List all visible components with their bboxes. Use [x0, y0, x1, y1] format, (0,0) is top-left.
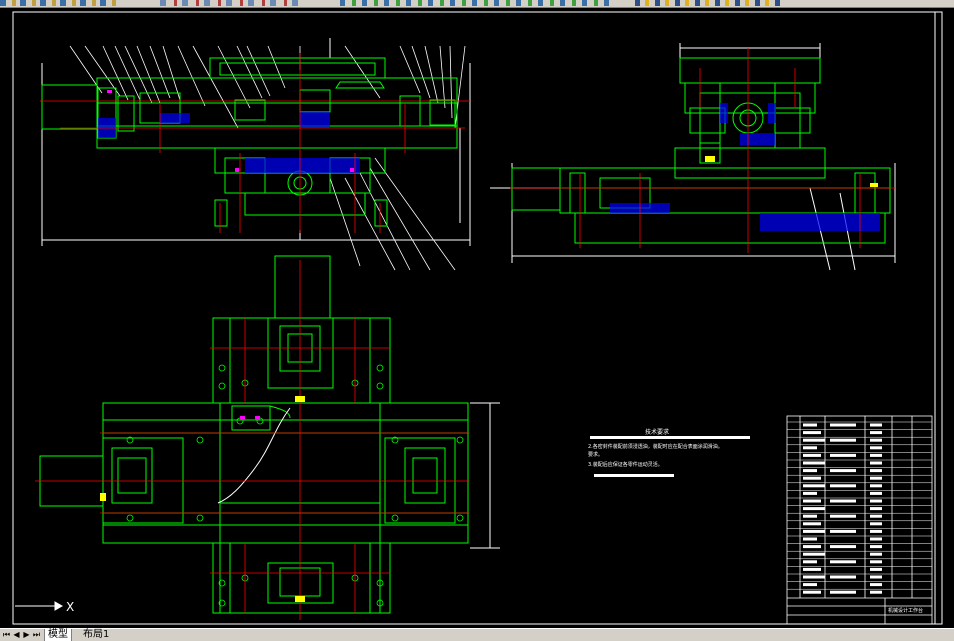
- plan-view-magenta: [240, 416, 260, 420]
- tech-req-title: 技术要求: [645, 428, 669, 436]
- parts-row-code: [830, 499, 856, 503]
- parts-row-code: [830, 469, 856, 473]
- parts-row-name: [803, 552, 825, 556]
- tech-req-tail: 要求。: [588, 451, 603, 458]
- parts-row-name: [803, 438, 825, 442]
- plan-view-markers: [100, 396, 305, 602]
- parts-row-name: [803, 507, 825, 511]
- parts-row-code: [830, 529, 856, 533]
- first-tab-icon[interactable]: ⏮: [2, 630, 11, 640]
- parts-row-code: [830, 423, 856, 427]
- parts-row-name: [803, 514, 817, 518]
- parts-row-material: [870, 461, 882, 465]
- parts-row-name: [803, 423, 817, 427]
- parts-row-material: [870, 453, 882, 457]
- parts-row-material: [870, 537, 882, 541]
- parts-row-name: [803, 567, 821, 571]
- parts-row-name: [803, 545, 821, 549]
- parts-row-code: [830, 590, 856, 594]
- ucs-x-label: X: [66, 600, 74, 614]
- parts-row-name: [803, 499, 821, 503]
- parts-row-material: [870, 469, 882, 473]
- tech-req-line-3: 3.装配后应保证各零件运动灵活。: [588, 461, 663, 468]
- front-view-hatch: [98, 112, 360, 173]
- next-tab-icon[interactable]: ▶: [22, 630, 31, 640]
- tab-model[interactable]: 模型: [44, 629, 72, 641]
- parts-row-code: [830, 545, 856, 549]
- parts-row-name: [803, 461, 825, 465]
- title-block-name: 机械设计工作台: [888, 607, 923, 614]
- parts-row-material: [870, 567, 882, 571]
- parts-row-code: [830, 575, 856, 579]
- parts-row-name: [803, 469, 817, 473]
- parts-row-material: [870, 446, 882, 450]
- parts-row-material: [870, 438, 882, 442]
- tab-layout1[interactable]: 布局1: [80, 629, 112, 641]
- parts-row-material: [870, 583, 882, 587]
- parts-row-name: [803, 453, 821, 457]
- cad-drawing: 技术要求 2.各密封件装配前须浸透油，装配时应在配合表面涂润滑油。 要求。 3.…: [12, 11, 943, 625]
- plan-view-centerlines: [35, 260, 470, 620]
- parts-row-material: [870, 423, 882, 427]
- parts-row-code: [830, 438, 856, 442]
- parts-row-name: [803, 446, 817, 450]
- parts-row-name: [803, 431, 821, 435]
- parts-row-material: [870, 484, 882, 488]
- parts-row-material: [870, 545, 882, 549]
- parts-row-code: [830, 560, 856, 564]
- parts-row-material: [870, 575, 882, 579]
- side-view-hatch: [610, 103, 880, 231]
- parts-row-name: [803, 522, 821, 526]
- plan-view: [39, 255, 500, 614]
- parts-row-code: [830, 453, 856, 457]
- parts-row-name: [803, 575, 825, 579]
- parts-row-name: [803, 529, 825, 533]
- parts-row-material: [870, 491, 882, 495]
- parts-row-name: [803, 484, 825, 488]
- parts-row-material: [870, 476, 882, 480]
- toolbar-icons-left[interactable]: [0, 0, 120, 6]
- parts-list-fills: [803, 423, 882, 594]
- parts-row-material: [870, 560, 882, 564]
- parts-row-material: [870, 552, 882, 556]
- parts-row-material: [870, 522, 882, 526]
- parts-row-code: [830, 484, 856, 488]
- ucs-icon: [15, 601, 64, 611]
- parts-row-name: [803, 491, 817, 495]
- toolbar-icons-mid2[interactable]: [340, 0, 610, 6]
- tech-req-line-2: 2.各密封件装配前须浸透油，装配时应在配合表面涂润滑油。: [588, 443, 723, 450]
- parts-row-material: [870, 529, 882, 533]
- sheet-border: [12, 11, 943, 625]
- parts-row-material: [870, 590, 882, 594]
- parts-row-material: [870, 499, 882, 503]
- side-view-markers: [705, 156, 878, 187]
- last-tab-icon[interactable]: ⏭: [32, 630, 41, 640]
- parts-row-material: [870, 431, 882, 435]
- parts-row-material: [870, 514, 882, 518]
- drawing-canvas[interactable]: 技术要求 2.各密封件装配前须浸透油，装配时应在配合表面涂润滑油。 要求。 3.…: [0, 8, 954, 628]
- parts-row-name: [803, 537, 817, 541]
- tech-requirements: 技术要求 2.各密封件装配前须浸透油，装配时应在配合表面涂润滑油。 要求。 3.…: [588, 428, 750, 477]
- parts-row-name: [803, 583, 817, 587]
- toolbar-icons-mid1[interactable]: [160, 0, 300, 6]
- parts-row-name: [803, 560, 817, 564]
- parts-row-name: [803, 476, 821, 480]
- front-view: [41, 38, 471, 271]
- parts-row-material: [870, 507, 882, 511]
- parts-row-code: [830, 514, 856, 518]
- front-view-centerlines: [40, 53, 470, 233]
- layout-tab-bar: ⏮ ◀ ▶ ⏭ 模型 布局1: [0, 628, 954, 641]
- toolbar: [0, 0, 954, 8]
- prev-tab-icon[interactable]: ◀: [12, 630, 21, 640]
- parts-row-name: [803, 590, 821, 594]
- toolbar-icons-right[interactable]: [635, 0, 780, 6]
- side-view: [490, 43, 896, 271]
